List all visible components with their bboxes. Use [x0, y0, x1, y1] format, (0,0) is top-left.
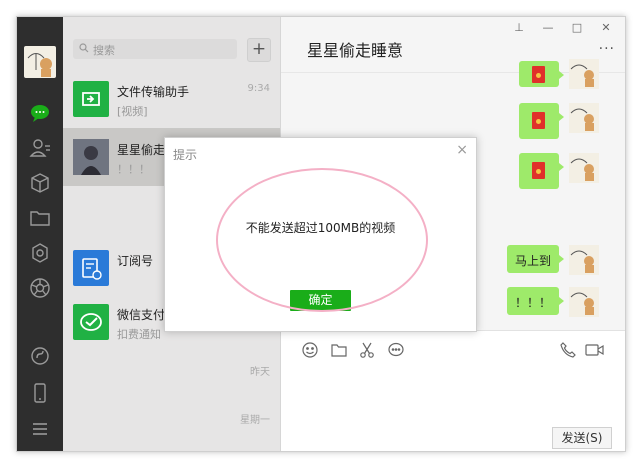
avatar[interactable] [24, 46, 56, 78]
chat-name: 文件传输助手 [117, 85, 190, 99]
files-icon[interactable] [28, 206, 52, 230]
search-placeholder: 搜索 [93, 44, 115, 57]
red-envelope-message[interactable] [519, 153, 564, 189]
chat-time: 9:34 [247, 83, 270, 94]
add-chat-button[interactable]: + [247, 38, 271, 62]
emoji-icon[interactable] [301, 341, 319, 359]
text-message[interactable]: 马上到 [507, 245, 564, 273]
chat-preview: [视频] [117, 105, 148, 118]
message-text: ！！！ [515, 296, 552, 310]
avatar[interactable] [569, 103, 599, 133]
maximize-icon[interactable]: □ [566, 17, 588, 39]
dialog-close-button[interactable]: × [456, 142, 468, 158]
chat-name: 微信支付 [117, 308, 166, 322]
chat-item-file-transfer[interactable]: 文件传输助手 [视频] 9:34 [63, 70, 280, 128]
file-transfer-icon [73, 81, 109, 117]
avatar[interactable] [569, 287, 599, 317]
alert-dialog: 提示 × 不能发送超过100MB的视频 确定 [164, 137, 477, 332]
menu-icon[interactable] [28, 417, 52, 441]
mini-program-link-icon[interactable] [28, 344, 52, 368]
red-envelope-message[interactable] [519, 61, 564, 87]
nav-bar [17, 17, 63, 451]
text-message[interactable]: ！！！ [507, 287, 564, 315]
chat-time: 星期一 [240, 415, 270, 426]
red-envelope-message[interactable] [519, 103, 564, 139]
video-call-icon[interactable] [585, 341, 605, 359]
message-input-area[interactable]: 发送(S) [281, 330, 625, 451]
phone-icon[interactable] [28, 381, 52, 405]
subscriptions-icon [73, 250, 109, 286]
mini-program-icon[interactable] [28, 241, 52, 265]
chat-history-icon[interactable] [387, 341, 405, 359]
chat-time: 昨天 [250, 367, 270, 378]
wechat-pay-icon [73, 304, 109, 340]
moments-icon[interactable] [28, 276, 52, 300]
search-icon [79, 43, 89, 53]
contacts-icon[interactable] [28, 136, 52, 160]
chat-name: 星星偷走 [117, 143, 166, 157]
chat-item[interactable]: 星期一 [63, 409, 280, 451]
collections-icon[interactable] [28, 171, 52, 195]
red-envelope-icon [532, 112, 545, 129]
close-icon[interactable]: ✕ [595, 17, 617, 39]
contact-avatar [73, 139, 109, 175]
chat-icon[interactable] [28, 101, 52, 125]
red-envelope-icon [532, 66, 545, 83]
avatar[interactable] [569, 153, 599, 183]
minimize-icon[interactable]: — [537, 17, 559, 39]
more-options-icon[interactable]: ··· [599, 41, 615, 57]
search-input[interactable]: 搜索 [73, 39, 237, 59]
chat-preview: 扣费通知 [117, 328, 161, 341]
confirm-button[interactable]: 确定 [290, 290, 351, 311]
send-button[interactable]: 发送(S) [552, 427, 612, 449]
avatar[interactable] [569, 59, 599, 89]
dialog-message: 不能发送超过100MB的视频 [245, 221, 396, 235]
avatar[interactable] [569, 245, 599, 275]
red-envelope-icon [532, 162, 545, 179]
chat-preview: ！！！ [117, 163, 150, 176]
folder-icon[interactable] [330, 341, 348, 359]
wechat-window: 搜索 + 文件传输助手 [视频] 9:34 星星偷走 ！！！ 订阅号 微信支付 … [16, 16, 626, 452]
chat-item[interactable]: 昨天 [63, 351, 280, 409]
voice-call-icon[interactable] [559, 341, 577, 359]
page-title: 星星偷走睡意 [307, 41, 404, 60]
dialog-title: 提示 [173, 148, 198, 162]
message-text: 马上到 [515, 254, 552, 268]
screenshot-icon[interactable] [358, 341, 376, 359]
chat-name: 订阅号 [117, 254, 154, 268]
pin-icon[interactable]: ⊥ [508, 17, 530, 39]
